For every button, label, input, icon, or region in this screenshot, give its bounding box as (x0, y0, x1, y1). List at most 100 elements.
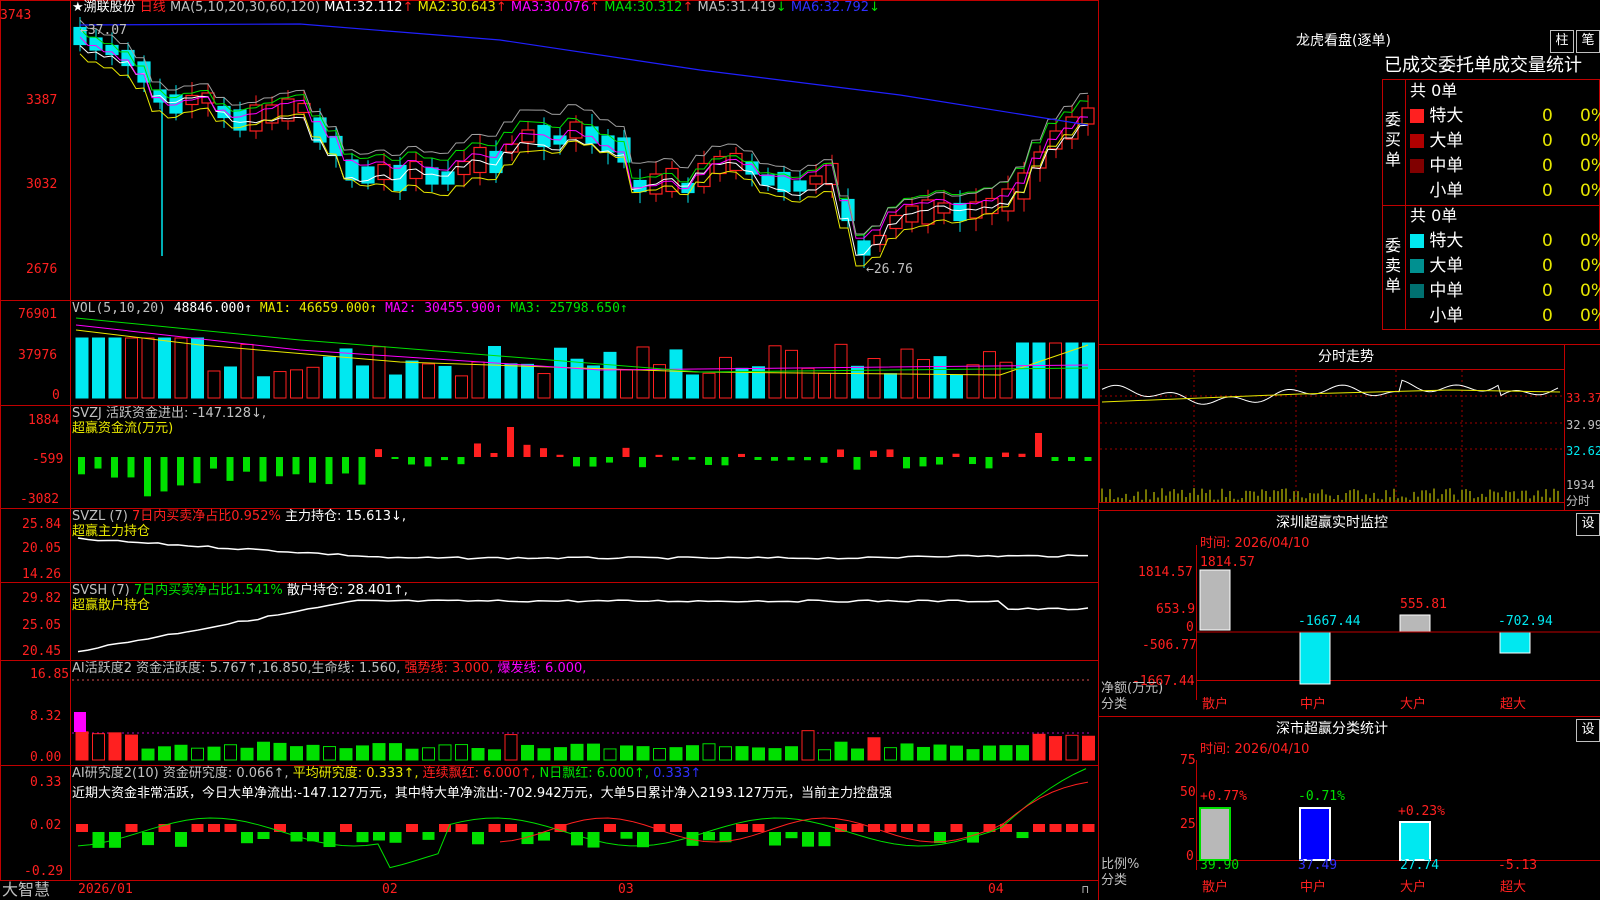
research-bar (703, 832, 715, 841)
classify-cat-xl: 超大 (1500, 880, 1527, 895)
ai1-tick-3: 0.00 (30, 750, 62, 765)
classify-ylabel: 比例% (1101, 857, 1140, 872)
money-flow-bar (342, 457, 349, 474)
ma-definition: MA(5,10,20,30,60,120) (169, 0, 321, 15)
activity-bar (389, 743, 402, 761)
activity-bar (686, 745, 699, 761)
candle-body (793, 180, 807, 192)
candle-body (521, 129, 535, 143)
activity-bar (75, 731, 89, 761)
money-flow-bar (391, 457, 399, 460)
classify-tick-2: 50 (1180, 785, 1196, 800)
activity-bar (537, 748, 551, 761)
money-flow-bar (111, 457, 118, 478)
sell-small-pct: 0% (1580, 306, 1600, 326)
svsh-tick-3: 20.45 (22, 644, 62, 659)
sell-total: 共 0单 (1410, 206, 1458, 225)
activity-bar (306, 744, 320, 761)
chart-period[interactable]: 日线 (140, 0, 166, 15)
monitor-settings-button[interactable]: 设 (1576, 513, 1600, 536)
main-holding-line (77, 537, 1089, 560)
monitor-tick-4: -506.77 (1142, 638, 1197, 653)
activity-bar (752, 747, 765, 761)
volume-bar (719, 356, 732, 399)
lock-icon[interactable]: ⊓ (1082, 882, 1089, 898)
volume-bar (521, 363, 534, 399)
money-flow-bar (820, 457, 828, 463)
money-flow-bar (903, 457, 910, 469)
research-bar (488, 824, 501, 832)
money-flow-bar (375, 449, 382, 457)
money-flow-bar (672, 457, 679, 461)
stock-name[interactable]: ★溯联股份 (72, 0, 136, 15)
ma2-label: MA2: (417, 0, 451, 15)
monitor-tick-2: 653.9 (1156, 602, 1196, 617)
money-flow-bar (1035, 433, 1042, 457)
sell-row-large: 大单 0 0% (1410, 256, 1600, 276)
svsh-title: SVSH (7) (72, 583, 130, 598)
volume-bar (884, 373, 897, 399)
monitor-cat-large: 大户 (1400, 697, 1427, 712)
money-flow-bar (474, 443, 481, 457)
monitor-ylabel: 净额(万元) (1101, 681, 1164, 696)
research-bar (818, 832, 831, 847)
candle-body (921, 199, 935, 225)
research-bar (1049, 824, 1062, 832)
volume-bar (240, 343, 254, 399)
money-flow-bar (457, 457, 465, 465)
intraday-title[interactable]: 分时走势 (1318, 349, 1374, 365)
sell-row-medium: 中单 0 0% (1410, 281, 1600, 301)
monitor-cat-xl: 超大 (1500, 697, 1527, 712)
sell-medium-name: 中单 (1429, 281, 1464, 301)
activity-bar (983, 745, 996, 761)
money-flow-bar (408, 457, 415, 465)
research-bar (142, 832, 154, 846)
volume-bar (471, 361, 485, 399)
volume-bar (834, 343, 848, 399)
ma3-label: MA3: (510, 0, 544, 15)
money-flow-bar (276, 457, 283, 477)
classify-cat-retail: 散户 (1202, 880, 1229, 895)
svzj-subtitle: 超赢资金流(万元) (72, 421, 174, 436)
date-tick-3: 03 (618, 882, 634, 897)
money-flow-bar (870, 450, 877, 457)
volume-bar (323, 356, 336, 399)
candle-body (633, 179, 647, 193)
sell-small-num: 0 (1542, 306, 1553, 326)
volume-bar (191, 337, 204, 399)
vol-ma1: MA1: 46659.000↑ (259, 301, 378, 316)
money-flow-bar (507, 427, 514, 457)
buy-large-num: 0 (1542, 131, 1553, 151)
buy-large-name: 大单 (1429, 131, 1464, 151)
money-flow-bar (919, 457, 927, 467)
money-flow-bar (804, 457, 811, 461)
svzl-tick-3: 14.26 (22, 567, 62, 582)
activity-bar (339, 748, 353, 761)
money-flow-bar (309, 457, 316, 483)
monitor-val-mid: -1667.44 (1298, 614, 1361, 629)
pen-view-button[interactable]: 笔 (1576, 30, 1600, 53)
money-flow-bar (160, 457, 168, 492)
volume-bar (290, 369, 303, 399)
ai-research-legend: AI研究度2(10) 资金研究度: 0.066↑, 平均研究度: 0.333↑,… (72, 766, 701, 782)
classify-time: 时间: 2026/04/10 (1200, 742, 1310, 757)
buy-small-name: 小单 (1429, 181, 1464, 201)
money-flow-bar (936, 457, 943, 465)
money-flow-bar (193, 457, 201, 484)
candle-body (809, 175, 823, 185)
activity-bar (323, 746, 336, 761)
ai-research-note: 近期大资金非常活跃，今日大单净流出:-147.127万元，其中特大单净流出:-7… (72, 786, 892, 801)
bar-view-button[interactable]: 柱 (1550, 30, 1574, 53)
svzj-title: SVZJ 活跃资金进出: -147.128↓, (72, 406, 267, 421)
money-flow-bar (1018, 453, 1026, 457)
money-flow-bar (589, 457, 597, 467)
volume-bar (768, 345, 782, 399)
classify-settings-button[interactable]: 设 (1576, 719, 1600, 742)
intraday-tick-1: 33.37 (1566, 391, 1600, 405)
ma1-value: 32.112 (357, 0, 403, 15)
volume-bar (224, 366, 237, 399)
candle-body (489, 150, 503, 174)
candle-body (953, 202, 967, 222)
price-tick-1: 3743 (0, 8, 32, 23)
activity-bar (92, 733, 105, 761)
